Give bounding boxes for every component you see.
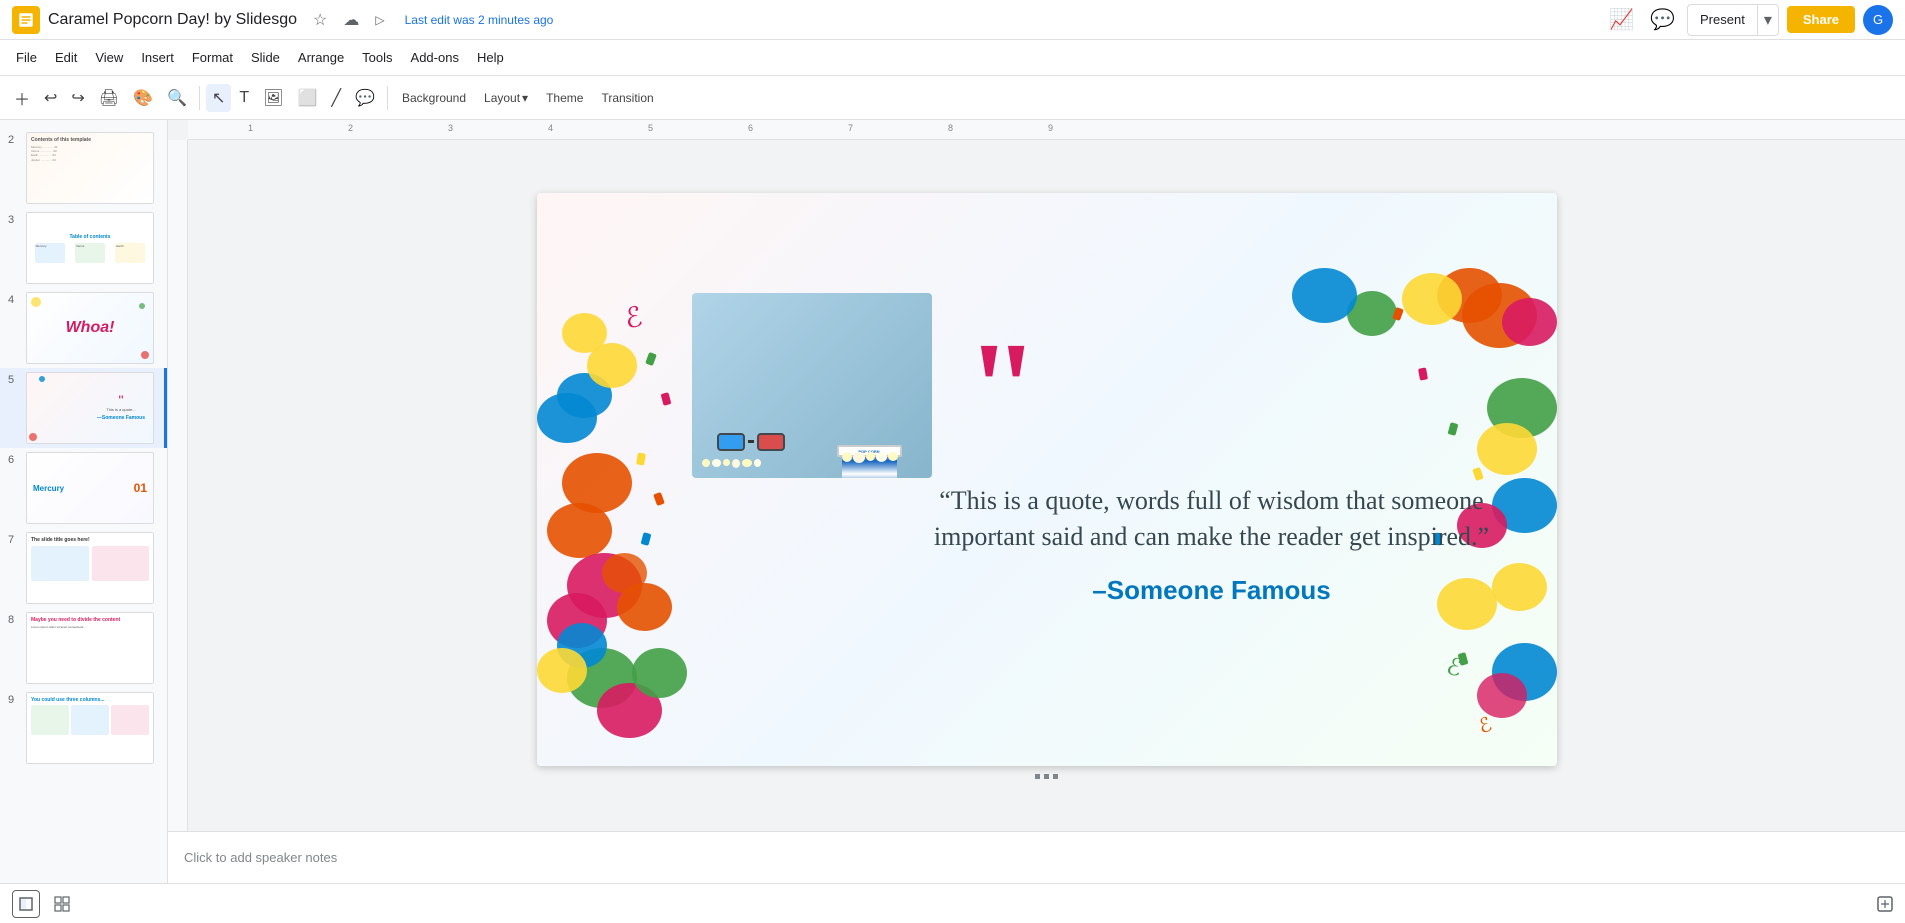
present-label[interactable]: Present bbox=[1688, 5, 1757, 35]
notes-placeholder-text[interactable]: Click to add speaker notes bbox=[184, 850, 337, 865]
slide-container: ℰ bbox=[537, 193, 1557, 779]
share-button[interactable]: Share bbox=[1787, 6, 1855, 33]
quote-attribution: –Someone Famous bbox=[922, 575, 1502, 606]
slide-item-7[interactable]: 7 The slide title goes here! bbox=[0, 528, 167, 608]
add-button[interactable]: ＋ bbox=[8, 82, 36, 114]
cursor-tool[interactable]: ↖ bbox=[206, 84, 231, 112]
main-slide[interactable]: ℰ bbox=[537, 193, 1557, 766]
layout-button[interactable]: Layout ▾ bbox=[476, 87, 536, 109]
menu-edit[interactable]: Edit bbox=[47, 46, 85, 69]
canvas-area: 1 2 3 4 5 6 7 8 9 bbox=[168, 120, 1905, 883]
slide-thumb-7: The slide title goes here! bbox=[26, 532, 154, 604]
analytics-icon[interactable]: 📈 bbox=[1605, 3, 1638, 36]
redo-button[interactable]: ↪ bbox=[65, 84, 90, 112]
main-content: 2 Contents of this template Mercury ....… bbox=[0, 120, 1905, 883]
cloud-icon[interactable]: ☁ bbox=[339, 8, 363, 32]
user-avatar[interactable]: G bbox=[1863, 5, 1893, 35]
slide-item-3[interactable]: 3 Table of contents Mercury Venus Earth bbox=[0, 208, 167, 288]
menu-file[interactable]: File bbox=[8, 46, 45, 69]
slide-item-6[interactable]: 6 Mercury 01 bbox=[0, 448, 167, 528]
slide-view-normal-button[interactable] bbox=[12, 890, 40, 918]
slide-thumb-3: Table of contents Mercury Venus Earth bbox=[26, 212, 154, 284]
page-dot-2 bbox=[1044, 774, 1049, 779]
slide-thumb-4: Whoa! bbox=[26, 292, 154, 364]
page-dot-3 bbox=[1053, 774, 1058, 779]
slide-view-grid-button[interactable] bbox=[48, 890, 76, 918]
fit-to-screen-icon[interactable] bbox=[1877, 896, 1893, 912]
slide-thumb-8: Maybe you need to divide the content Lor… bbox=[26, 612, 154, 684]
star-icon[interactable]: ☆ bbox=[309, 8, 331, 32]
slide-thumb-2: Contents of this template Mercury ......… bbox=[26, 132, 154, 204]
present-button[interactable]: Present ▾ bbox=[1687, 4, 1779, 36]
zoom-button[interactable]: 🔍 bbox=[161, 84, 193, 112]
layout-dropdown-arrow: ▾ bbox=[522, 91, 528, 105]
ruler-horizontal: 1 2 3 4 5 6 7 8 9 bbox=[188, 120, 1905, 140]
history-icon: ▷ bbox=[371, 11, 388, 29]
last-edit-link[interactable]: Last edit was 2 minutes ago bbox=[405, 13, 554, 27]
menu-bar: File Edit View Insert Format Slide Arran… bbox=[0, 40, 1905, 76]
line-tool[interactable]: ╱ bbox=[325, 84, 347, 112]
slide-item-2[interactable]: 2 Contents of this template Mercury ....… bbox=[0, 128, 167, 208]
ruler-vertical bbox=[168, 140, 188, 831]
slide-canvas[interactable]: ℰ bbox=[188, 140, 1905, 831]
page-dot-1 bbox=[1035, 774, 1040, 779]
bottom-right-controls bbox=[1877, 896, 1893, 912]
menu-arrange[interactable]: Arrange bbox=[290, 46, 352, 69]
print-button[interactable]: 🖨 bbox=[93, 84, 125, 112]
slide-thumb-6: Mercury 01 bbox=[26, 452, 154, 524]
toolbar-sep-1 bbox=[199, 86, 200, 110]
quote-text-area: “This is a quote, words full of wisdom t… bbox=[922, 483, 1502, 607]
transition-button[interactable]: Transition bbox=[593, 87, 661, 109]
slide-item-4[interactable]: 4 Whoa! bbox=[0, 288, 167, 368]
slide-thumb-9: You could use three columns... bbox=[26, 692, 154, 764]
doc-title: Caramel Popcorn Day! by Slidesgo bbox=[48, 11, 297, 29]
app-logo bbox=[12, 6, 40, 34]
present-dropdown-arrow[interactable]: ▾ bbox=[1757, 5, 1778, 35]
undo-button[interactable]: ↩ bbox=[38, 84, 63, 112]
slide-item-5[interactable]: 5 " This is a quote... —Someone Famous bbox=[0, 368, 167, 448]
text-box-tool[interactable]: T bbox=[233, 85, 255, 111]
background-button[interactable]: Background bbox=[394, 87, 474, 109]
menu-view[interactable]: View bbox=[87, 46, 131, 69]
menu-slide[interactable]: Slide bbox=[243, 46, 288, 69]
canvas-wrapper: ℰ bbox=[168, 140, 1905, 831]
comments-icon[interactable]: 💬 bbox=[1646, 3, 1679, 36]
menu-format[interactable]: Format bbox=[184, 46, 241, 69]
toolbar-sep-2 bbox=[387, 86, 388, 110]
toolbar: ＋ ↩ ↪ 🖨 🎨 🔍 ↖ T 🖼 ⬜ ╱ 💬 Background Layou… bbox=[0, 76, 1905, 120]
quote-text: “This is a quote, words full of wisdom t… bbox=[922, 483, 1502, 556]
top-bar: Caramel Popcorn Day! by Slidesgo ☆ ☁ ▷ L… bbox=[0, 0, 1905, 40]
menu-help[interactable]: Help bbox=[469, 46, 512, 69]
top-right-actions: 📈 💬 Present ▾ Share G bbox=[1605, 3, 1893, 36]
menu-insert[interactable]: Insert bbox=[133, 46, 182, 69]
slides-panel: 2 Contents of this template Mercury ....… bbox=[0, 120, 168, 883]
quote-mark-decoration: " bbox=[967, 343, 1039, 434]
notes-area[interactable]: Click to add speaker notes bbox=[168, 831, 1905, 883]
image-tool[interactable]: 🖼 bbox=[257, 84, 289, 112]
comment-tool[interactable]: 💬 bbox=[349, 84, 381, 112]
slide-item-9[interactable]: 9 You could use three columns... bbox=[0, 688, 167, 768]
theme-button[interactable]: Theme bbox=[538, 87, 591, 109]
shape-tool[interactable]: ⬜ bbox=[291, 84, 323, 112]
bottom-bar bbox=[0, 883, 1905, 923]
menu-addons[interactable]: Add-ons bbox=[403, 46, 467, 69]
popcorn-image: POP CORN bbox=[692, 293, 932, 478]
slide-item-8[interactable]: 8 Maybe you need to divide the content L… bbox=[0, 608, 167, 688]
paint-format-button[interactable]: 🎨 bbox=[127, 84, 159, 112]
slide-thumb-5: " This is a quote... —Someone Famous bbox=[26, 372, 154, 444]
menu-tools[interactable]: Tools bbox=[354, 46, 400, 69]
